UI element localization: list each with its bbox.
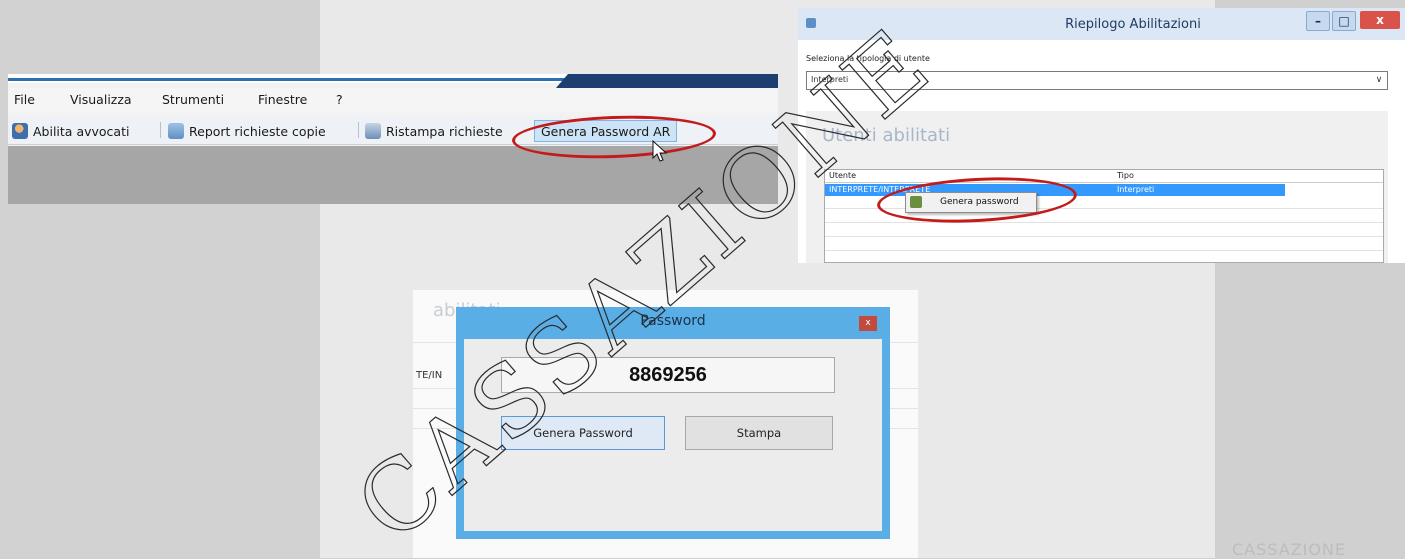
user-type-label: Seleziona la tipologia di utente (806, 54, 930, 63)
riepilogo-window: Riepilogo Abilitazioni – □ x Seleziona l… (798, 8, 1405, 263)
ristampa-richieste-label: Ristampa richieste (386, 123, 503, 139)
user-type-select[interactable]: Interpreti ∨ (806, 71, 1388, 90)
abilita-avvocati-button[interactable]: Abilita avvocati (12, 121, 129, 141)
column-utente[interactable]: Utente (829, 171, 856, 180)
app-icon (806, 18, 816, 28)
grid-header: Utente Tipo (825, 170, 1383, 183)
close-button[interactable]: x (1360, 11, 1400, 29)
user-type-value: Interpreti (811, 75, 849, 84)
menu-bar: File Visualizza Strumenti Finestre ? (8, 88, 778, 112)
chevron-down-icon[interactable]: ∨ (1373, 74, 1385, 86)
menu-visualizza[interactable]: Visualizza (70, 92, 132, 107)
menu-strumenti[interactable]: Strumenti (162, 92, 224, 107)
users-panel: Utenti abilitati Utente Tipo INTERPRETE/… (806, 111, 1388, 263)
ristampa-richieste-button[interactable]: Ristampa richieste (365, 121, 503, 141)
password-display: 8869256 (501, 357, 835, 393)
mouse-cursor-icon (652, 140, 668, 162)
report-richieste-label: Report richieste copie (189, 123, 326, 139)
cell-tipo: Interpreti (1117, 185, 1155, 194)
report-richieste-button[interactable]: Report richieste copie (168, 121, 326, 141)
toolbar-separator (160, 122, 161, 138)
dialog-body: 8869256 Genera Password Stampa (464, 339, 882, 531)
menu-file[interactable]: File (14, 92, 35, 107)
window-titlebar: Riepilogo Abilitazioni – □ x (798, 8, 1405, 40)
minimize-button[interactable]: – (1306, 11, 1330, 31)
column-tipo[interactable]: Tipo (1117, 171, 1134, 180)
report-icon (168, 123, 184, 139)
maximize-button[interactable]: □ (1332, 11, 1356, 31)
window-title: Riepilogo Abilitazioni (1065, 17, 1201, 32)
printer-icon (365, 123, 381, 139)
abilita-avvocati-label: Abilita avvocati (33, 123, 130, 139)
watermark-partial: CASSAZIONE (1232, 540, 1347, 559)
dialog-title: Password (640, 313, 706, 329)
panel-title: Utenti abilitati (822, 125, 951, 146)
toolbar-separator (358, 122, 359, 138)
password-dialog: Password x 8869256 Genera Password Stamp… (456, 307, 890, 539)
user-icon (12, 123, 28, 139)
dialog-close-button[interactable]: x (859, 316, 877, 331)
stampa-button[interactable]: Stampa (685, 416, 833, 450)
genera-password-button[interactable]: Genera Password (501, 416, 665, 450)
menu-help[interactable]: ? (336, 92, 343, 107)
menu-finestre[interactable]: Finestre (258, 92, 307, 107)
background-cell: TE/IN (416, 370, 443, 381)
ribbon-accent (8, 74, 778, 88)
